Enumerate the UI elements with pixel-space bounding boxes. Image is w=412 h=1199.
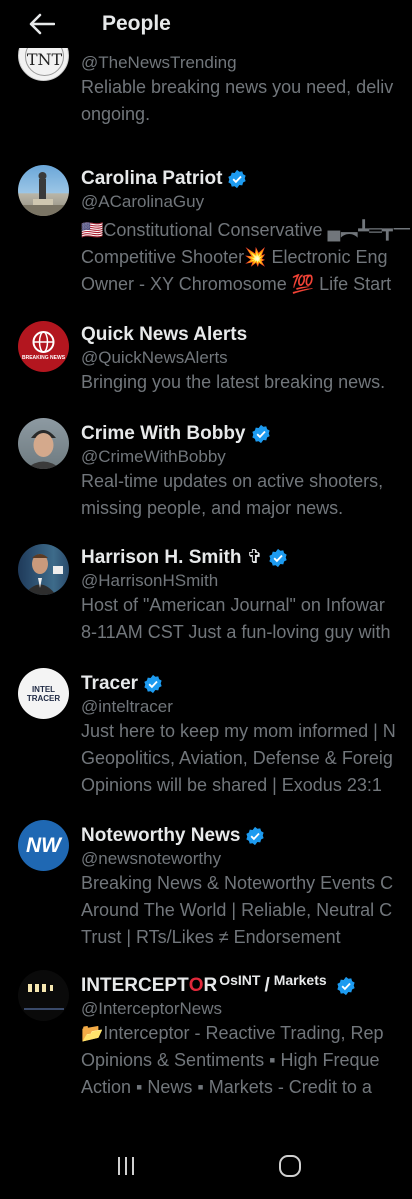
user-name: Quick News Alerts	[81, 324, 248, 345]
user-handle: @HarrisonHSmith	[81, 571, 219, 590]
list-item[interactable]: TNT @TheNewsTrending Reliable breaking n…	[0, 48, 412, 146]
list-item[interactable]: INTERCEPT O R OsINT / Markets @InterceptorNe…	[0, 970, 412, 1130]
user-bio-line: Just here to keep my mom informed | N	[81, 721, 396, 741]
user-name: INTERCEPT O R OsINT / Markets	[81, 974, 412, 998]
user-handle: @QuickNewsAlerts	[81, 348, 228, 367]
avatar[interactable]	[18, 970, 69, 1021]
verified-badge-icon	[269, 548, 287, 568]
user-handle: @inteltracer	[81, 697, 173, 716]
list-item[interactable]: Harrison H. Smith ✞ @HarrisonHSmith Host…	[0, 544, 412, 656]
user-handle: @TheNewsTrending	[81, 53, 237, 72]
statue-icon	[23, 172, 65, 216]
list-item[interactable]: BREAKING NEWS Quick News Alerts @QuickNe…	[0, 321, 412, 411]
page-title: People	[102, 12, 171, 35]
user-bio-line: 🇺🇸Constitutional Conservative ▄︻┻═┳一	[81, 220, 411, 240]
top-app-bar: People	[0, 0, 412, 48]
list-item[interactable]: Carolina Patriot @ACarolinaGuy 🇺🇸Constit…	[0, 165, 412, 305]
verified-badge-icon	[144, 674, 162, 694]
people-list: TNT @TheNewsTrending Reliable breaking n…	[0, 48, 412, 1130]
red-o: O	[188, 975, 204, 996]
verified-badge-icon	[337, 976, 355, 996]
user-bio-line: Opinions will be shared | Exodus 23:1	[81, 775, 382, 795]
avatar[interactable]	[18, 165, 69, 216]
user-bio-line: 📂Interceptor - Reactive Trading, Rep	[81, 1023, 384, 1043]
user-name: Carolina Patriot	[81, 167, 412, 191]
user-name: Noteworthy News	[81, 824, 412, 848]
svg-text:TNT: TNT	[27, 50, 63, 69]
avatar-label: BREAKING NEWS	[21, 355, 66, 361]
verified-badge-icon	[246, 826, 265, 846]
recent-apps-button[interactable]	[104, 1144, 148, 1188]
system-navigation-bar	[0, 1130, 412, 1199]
avatar[interactable]	[18, 418, 69, 469]
user-bio-line: ongoing.	[81, 104, 151, 124]
user-name: Crime With Bobby	[81, 422, 412, 446]
person-photo-icon	[24, 554, 63, 595]
user-bio-line: Bringing you the latest breaking news.	[81, 372, 386, 392]
home-button[interactable]	[268, 1144, 312, 1188]
recent-apps-icon	[118, 1157, 134, 1175]
list-item[interactable]: INTEL TRACER Tracer @inteltracer Just he…	[0, 668, 412, 808]
user-bio-line: Competitive Shooter💥 Electronic Eng	[81, 247, 388, 267]
user-bio-line: Real-time updates on active shooters,	[81, 471, 384, 491]
avatar[interactable]	[18, 544, 69, 595]
user-bio-line: Geopolitics, Aviation, Defense & Foreig	[81, 748, 393, 768]
person-photo-icon	[26, 430, 61, 469]
user-bio-line: missing people, and major news.	[81, 498, 344, 518]
list-item[interactable]: NW Noteworthy News @newsnoteworthy Break…	[0, 820, 412, 960]
user-bio-line: Host of "American Journal" on Infowar	[81, 595, 385, 615]
user-bio-line: Owner - XY Chromosome 💯 Life Start	[81, 274, 392, 294]
back-button[interactable]	[20, 2, 64, 46]
verified-badge-icon	[228, 169, 247, 189]
lights-icon	[24, 984, 64, 1010]
name-superscript: OsINT	[219, 974, 261, 988]
verified-badge-icon	[251, 424, 270, 444]
user-name: Harrison H. Smith ✞	[81, 546, 412, 570]
user-bio-line: Reliable breaking news you need, deliv	[81, 77, 394, 97]
avatar-label: INTEL TRACER	[26, 685, 61, 703]
globe-icon	[32, 331, 55, 353]
avatar[interactable]: NW	[18, 820, 69, 871]
user-bio-line: Around The World | Reliable, Neutral C	[81, 900, 393, 920]
user-bio-line: 8-11AM CST Just a fun-loving guy with	[81, 622, 391, 642]
home-button-icon	[279, 1155, 301, 1177]
user-handle: @InterceptorNews	[81, 999, 223, 1018]
news-logo-icon: TNT	[25, 48, 64, 76]
user-handle: @ACarolinaGuy	[81, 192, 205, 211]
avatar[interactable]: INTEL TRACER	[18, 668, 69, 719]
user-bio-line: Trust | RTs/Likes ≠ Endorsement	[81, 927, 341, 947]
user-bio-line: Breaking News & Noteworthy Events C	[81, 873, 394, 893]
user-handle: @newsnoteworthy	[81, 849, 222, 868]
arrow-left-icon	[29, 13, 55, 35]
user-handle: @CrimeWithBobby	[81, 447, 226, 466]
avatar[interactable]: BREAKING NEWS	[18, 321, 69, 372]
name-superscript: Markets	[273, 974, 327, 988]
user-bio-line: Action ▪ News ▪ Markets - Credit to a	[81, 1077, 372, 1097]
name-slash: /	[264, 975, 270, 996]
avatar-label: NW	[26, 833, 61, 857]
user-name: Tracer	[81, 672, 412, 696]
user-bio-line: Opinions & Sentiments ▪ High Freque	[81, 1050, 380, 1070]
list-item[interactable]: Crime With Bobby @CrimeWithBobby Real-ti…	[0, 418, 412, 530]
avatar[interactable]: TNT	[18, 48, 69, 81]
